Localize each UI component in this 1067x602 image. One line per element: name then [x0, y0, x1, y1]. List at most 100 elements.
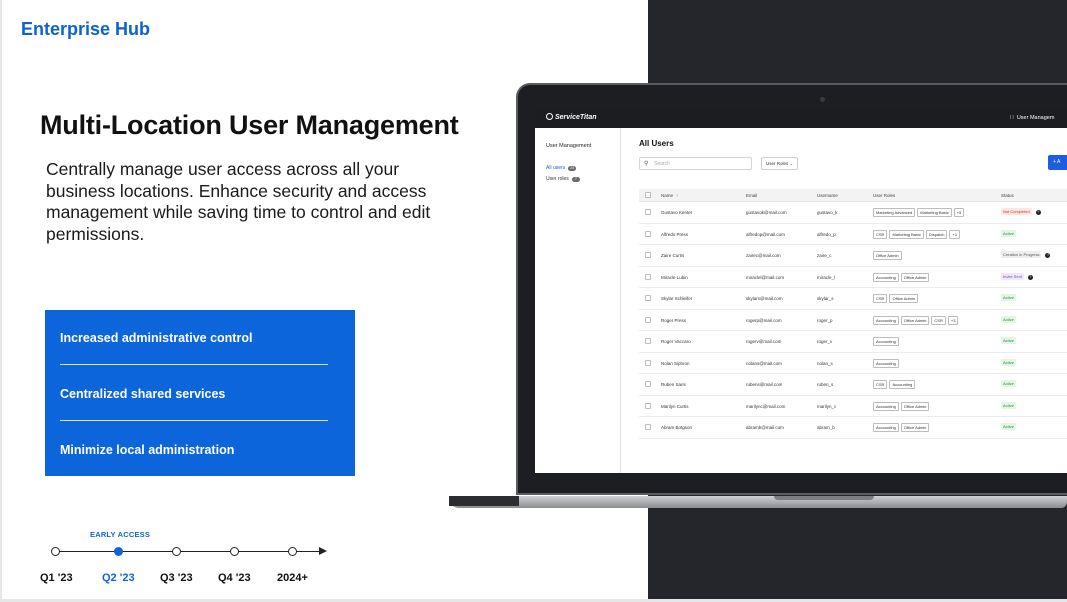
search-input[interactable]: ⚲ Search — [639, 157, 752, 170]
role-tag: +3 — [947, 315, 959, 325]
column-header-label: Name — [661, 193, 674, 198]
app-menu[interactable]: ∷ User Managem — [1010, 114, 1054, 121]
row-checkbox[interactable] — [645, 209, 651, 215]
user-username: zaire_c — [817, 253, 832, 258]
user-name[interactable]: Marilyn Curtis — [661, 404, 689, 409]
table-row[interactable]: Roger Vaccaro rogerv@mail.com roger_v Accou… — [639, 331, 1067, 353]
add-user-button[interactable]: + A — [1048, 155, 1067, 170]
row-checkbox[interactable] — [645, 230, 651, 237]
row-checkbox[interactable] — [645, 252, 651, 258]
row-checkbox[interactable] — [645, 295, 651, 301]
user-name[interactable]: Gustavo Kenter — [661, 210, 692, 215]
role-tag: Accounting — [889, 380, 916, 389]
timeline-milestone-dot — [50, 547, 60, 556]
role-tag: Office Admin — [900, 315, 930, 325]
row-checkbox[interactable] — [645, 316, 651, 323]
user-name[interactable]: Abram Botgson — [661, 425, 692, 430]
timeline-milestone-dot — [171, 547, 181, 556]
timeline-milestone-label: Q1 '23 — [40, 572, 73, 584]
status-badge: Active — [1001, 337, 1016, 344]
sidebar-item-user-roles[interactable]: User roles 7 — [546, 176, 580, 182]
sort-up-icon: ↑ — [676, 193, 679, 198]
user-roles-filter[interactable]: User Roles ⌄ — [761, 157, 798, 170]
status-badge: Active — [1001, 229, 1016, 237]
status-badge: Active — [1001, 423, 1016, 430]
row-checkbox[interactable] — [645, 338, 651, 344]
table-row[interactable]: Nolan Siphron nolans@mail.com nolan_s Accou… — [639, 353, 1067, 374]
column-header-name[interactable]: Name ↑ — [661, 193, 678, 198]
feature-item-1: Increased administrative control — [60, 331, 253, 345]
row-checkbox[interactable] — [645, 424, 651, 430]
user-roles-cell: CSR Accounting — [873, 380, 917, 389]
table-row[interactable]: Skylar Schleifer skylars@mail.com skylar_s… — [639, 288, 1067, 310]
select-all-checkbox[interactable] — [645, 192, 651, 198]
user-roles-cell: Accounting Office Admin — [873, 272, 931, 282]
user-name[interactable]: Miracle Lubin — [661, 275, 688, 280]
table-row[interactable]: Alfredo Press alfredop@mail.com alfredo_p C… — [639, 224, 1067, 245]
user-name[interactable]: Alfredo Press — [661, 232, 688, 237]
table-row[interactable]: Ruben Saris rubens@mail.com ruben_s CSR Acco… — [639, 374, 1067, 396]
role-tag: Office Admin — [889, 294, 919, 303]
table-row[interactable]: Abram Botgson abramb@mail.com abram_b Accou… — [639, 417, 1067, 439]
role-tag: Accounting — [873, 337, 899, 346]
role-tag: Marketing Basic — [889, 229, 924, 239]
laptop-notch — [774, 496, 874, 500]
timeline-line — [55, 551, 320, 552]
status-cell: Creation in Progress? — [1001, 251, 1051, 258]
status-cell: Active — [1001, 401, 1016, 409]
user-name[interactable]: Zaire Curtis — [661, 253, 684, 258]
table-row[interactable]: Marilyn Curtis marilync@mail.com marilyn_c… — [639, 396, 1067, 417]
user-name[interactable]: Roger Press — [661, 318, 686, 323]
timeline-milestone-dot — [113, 547, 123, 556]
user-roles-cell: Accounting Office Admin — [873, 401, 931, 411]
user-name[interactable]: Roger Vaccaro — [661, 339, 691, 344]
sidebar-item-all-users[interactable]: All users 24 — [546, 165, 577, 171]
row-checkbox[interactable] — [645, 273, 651, 280]
table-row[interactable]: Gustavo Kenter gustavok@mail.com gustavo_k… — [639, 202, 1067, 224]
user-name[interactable]: Skylar Schleifer — [661, 296, 692, 301]
row-checkbox[interactable] — [645, 402, 651, 409]
role-tag: Accounting — [873, 315, 899, 325]
feature-divider — [60, 420, 328, 421]
table-row[interactable]: Zaire Curtis zairec@mail.com zaire_c Office… — [639, 245, 1067, 267]
status-cell: Active — [1001, 315, 1016, 323]
user-username: ruben_s — [817, 382, 834, 387]
status-badge: Active — [1001, 380, 1016, 387]
sidebar-item-label: User roles — [546, 176, 569, 182]
timeline-milestone-dot — [287, 547, 297, 556]
sidebar-item-label: All users — [546, 165, 566, 171]
role-tag: Accounting — [873, 358, 899, 368]
search-icon: ⚲ — [644, 161, 649, 167]
role-tag: Marketing Advanced — [873, 208, 916, 217]
help-icon[interactable]: ? — [1035, 210, 1041, 215]
app-logo[interactable]: ServiceTitan — [546, 113, 597, 121]
status-cell: Active — [1001, 380, 1016, 387]
feature-item-3: Minimize local administration — [60, 443, 235, 457]
column-header-username[interactable]: Username — [817, 193, 838, 198]
help-icon[interactable]: ? — [1045, 253, 1051, 258]
timeline-milestone-label: Q3 '23 — [160, 572, 193, 584]
user-roles-cell: Accounting — [873, 337, 901, 346]
user-username: gustavo_k — [817, 210, 838, 215]
row-checkbox[interactable] — [645, 359, 651, 366]
column-header-email[interactable]: Email — [746, 193, 757, 198]
status-cell: Not Completed? — [1001, 208, 1041, 215]
release-timeline: EARLY ACCESS Q1 '23 Q2 '23 Q3 '23 Q4 '23 202… — [0, 520, 400, 590]
logo-icon — [546, 113, 553, 120]
user-name[interactable]: Nolan Siphron — [661, 361, 690, 366]
count-badge: 24 — [568, 166, 577, 171]
user-roles-cell: Accounting Office Admin CSR +3 — [873, 315, 960, 325]
search-placeholder: Search — [654, 161, 670, 167]
table-row[interactable]: Roger Press rogerp@mail.com roger_p Account… — [639, 310, 1067, 331]
camera-icon — [820, 97, 825, 102]
help-icon[interactable]: ? — [1027, 274, 1033, 280]
user-email: nolans@mail.com — [746, 360, 782, 366]
column-header-status[interactable]: Status — [1001, 193, 1014, 198]
status-cell: Active — [1001, 358, 1016, 366]
row-checkbox[interactable] — [645, 381, 651, 387]
table-row[interactable]: Miracle Lubin miraclel@mail.com miracle_l A… — [639, 267, 1067, 288]
role-tag: CSR — [873, 294, 888, 303]
user-name[interactable]: Ruben Saris — [661, 382, 686, 387]
column-header-user-roles[interactable]: User Roles — [873, 193, 895, 198]
user-email: skylars@mail.com — [746, 296, 783, 301]
